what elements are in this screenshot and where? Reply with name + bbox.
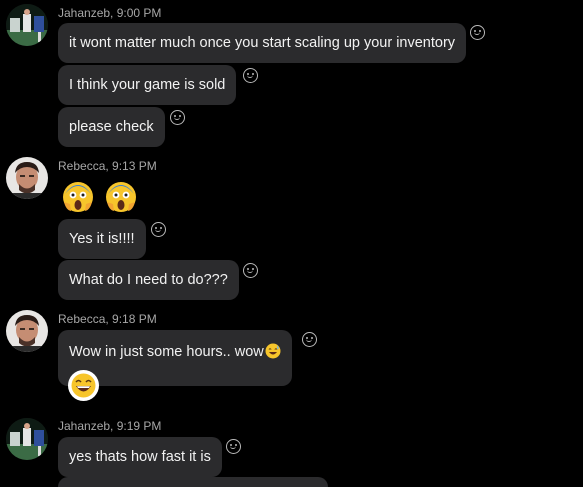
smiley-react-icon[interactable] — [226, 439, 241, 454]
sender-timestamp: Jahanzeb, 9:19 PM — [58, 419, 162, 433]
sender-timestamp: Jahanzeb, 9:00 PM — [58, 6, 162, 20]
message-bubble[interactable]: please check — [58, 107, 165, 147]
message-bubble[interactable]: it wont matter much once you start scali… — [58, 23, 467, 63]
smiley-react-icon[interactable] — [470, 25, 485, 40]
sender-timestamp: Rebecca, 9:13 PM — [58, 159, 157, 173]
message-bubble-partial[interactable] — [58, 477, 328, 487]
message-bubble[interactable]: What do I need to do??? — [58, 260, 239, 300]
grinning-sweat-emoji — [265, 343, 281, 359]
message-bubble[interactable]: I think your game is sold — [58, 65, 237, 105]
smiley-react-icon[interactable] — [243, 68, 258, 83]
smiley-react-icon[interactable] — [302, 332, 317, 347]
smiley-react-icon[interactable] — [243, 263, 258, 278]
screaming-face-emoji[interactable] — [104, 180, 138, 214]
screaming-face-emoji[interactable] — [61, 180, 95, 214]
message-text: Wow in just some hours.. wow — [69, 344, 264, 360]
rebecca-avatar[interactable] — [6, 310, 48, 352]
rebecca-avatar[interactable] — [6, 157, 48, 199]
message-bubble[interactable]: yes thats how fast it is — [58, 437, 222, 477]
sender-timestamp: Rebecca, 9:18 PM — [58, 312, 157, 326]
jahanzeb-avatar[interactable] — [6, 418, 48, 460]
message-bubble[interactable]: Yes it is!!!! — [58, 219, 146, 259]
smiley-react-icon[interactable] — [151, 222, 166, 237]
laughing-face-emoji[interactable] — [68, 370, 99, 401]
smiley-react-icon[interactable] — [170, 110, 185, 125]
jahanzeb-avatar[interactable] — [6, 4, 48, 46]
